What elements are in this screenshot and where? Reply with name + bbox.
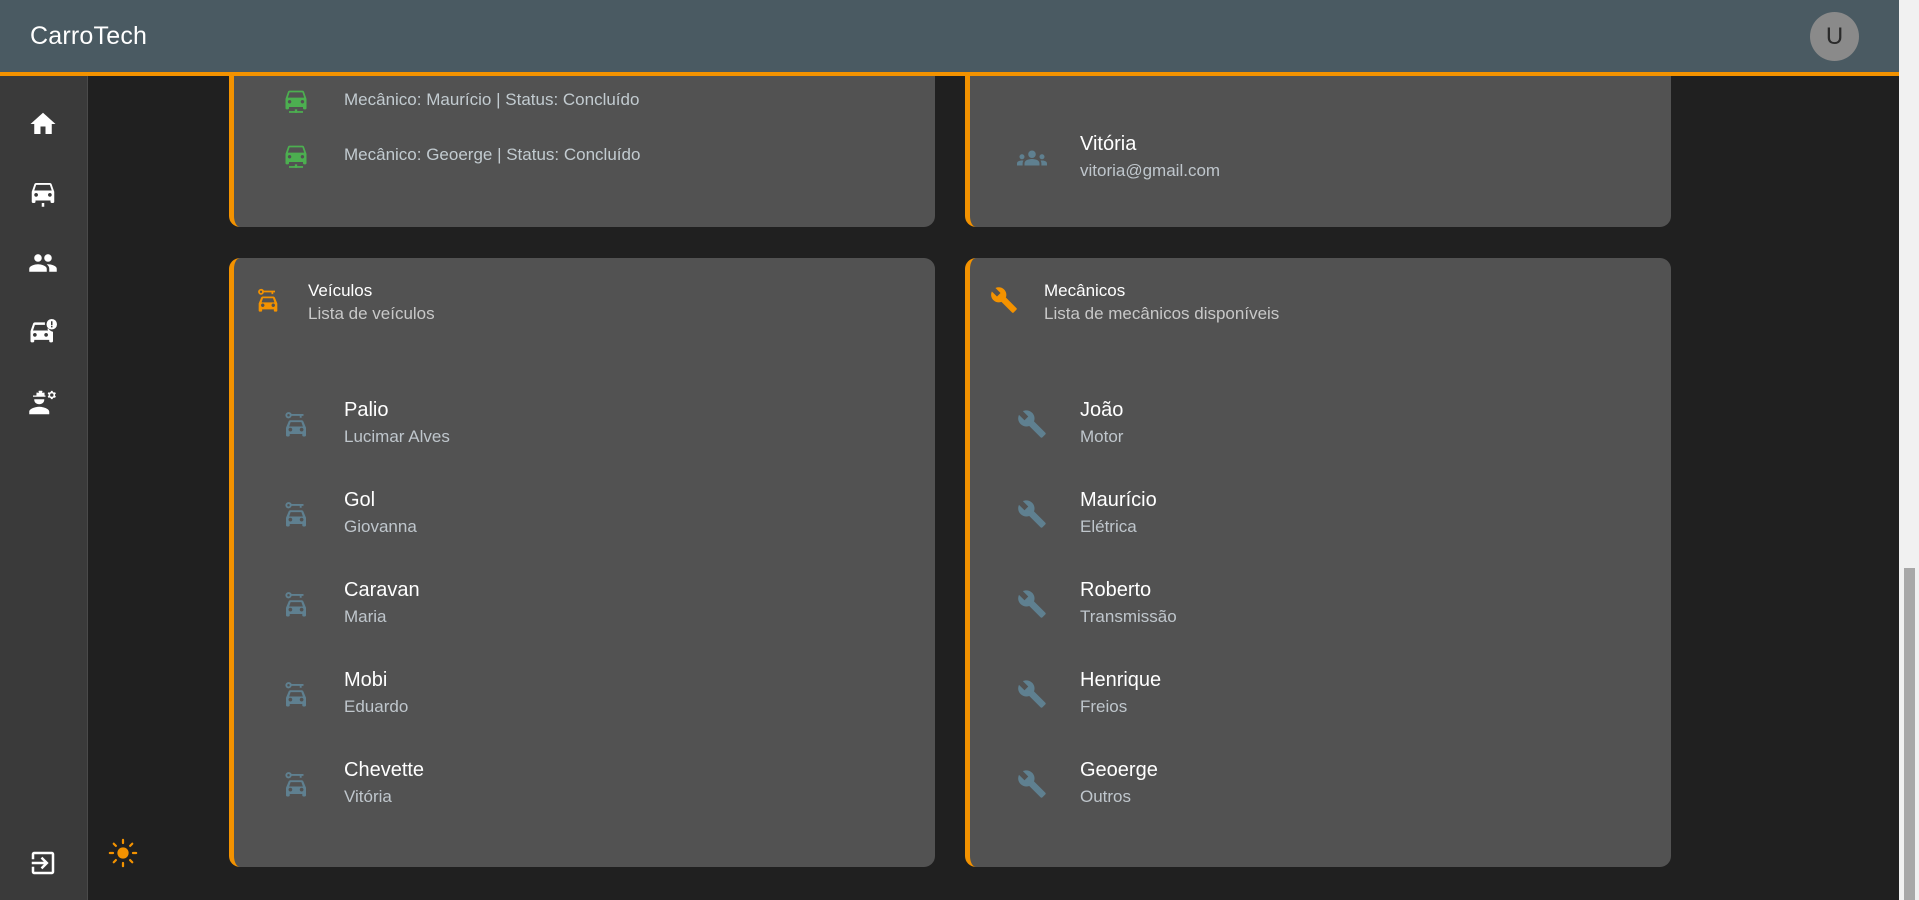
veiculo-owner: Eduardo (344, 697, 409, 716)
car-icon (285, 90, 307, 113)
veiculo-owner: Giovanna (344, 517, 417, 536)
car-key-icon (258, 288, 278, 312)
cliente-name: Vitória (1080, 133, 1137, 155)
app-title: CarroTech (30, 21, 148, 50)
mecanicos-card-header: Mecânicos Lista de mecânicos disponíveis (990, 280, 1279, 326)
scrollbar-thumb[interactable] (1904, 568, 1915, 900)
mecanicos-card: Mecânicos Lista de mecânicos disponíveis… (965, 258, 1671, 867)
card-subtitle: Lista de mecânicos disponíveis (1044, 304, 1280, 323)
mecanico-specialty: Elétrica (1080, 517, 1137, 536)
mecanico-name: João (1080, 399, 1124, 421)
sidebar-item-clientes[interactable] (22, 242, 64, 284)
veiculo-model: Caravan (344, 579, 420, 601)
car-key-icon (285, 592, 306, 617)
sidebar-item-home[interactable] (22, 103, 64, 145)
list-item[interactable]: Caravan Maria (234, 560, 935, 650)
mecanico-name: Maurício (1080, 489, 1157, 511)
list-item[interactable]: Mecânico: Maurício | Status: Concluído (234, 80, 935, 120)
veiculos-card-header: Veículos Lista de veículos (254, 280, 435, 326)
wrench-icon (991, 287, 1017, 313)
mecanico-name: Henrique (1080, 669, 1162, 691)
card-title: Veículos (308, 281, 373, 300)
card-title: Mecânicos (1044, 281, 1126, 300)
list-item[interactable]: Roberto Transmissão (970, 560, 1671, 650)
veiculo-model: Gol (344, 489, 376, 511)
cliente-email: vitoria@gmail.com (1080, 161, 1221, 180)
veiculo-owner: Lucimar Alves (344, 427, 450, 446)
car-key-icon (285, 502, 306, 527)
people-icon (29, 254, 57, 272)
veiculo-model: Chevette (344, 759, 425, 781)
logout-icon (31, 851, 55, 875)
mecanico-specialty: Transmissão (1080, 607, 1177, 626)
home-icon (30, 112, 56, 134)
veiculo-owner: Vitória (344, 787, 392, 806)
mecanico-specialty: Motor (1080, 427, 1124, 446)
car-alert-icon (30, 319, 57, 343)
sidebar-item-veiculos[interactable] (22, 172, 64, 214)
mecanico-name: Geoerge (1080, 759, 1158, 781)
car-key-icon (285, 412, 306, 437)
car-icon (31, 183, 55, 207)
theme-toggle-button[interactable] (106, 836, 140, 870)
car-icon (285, 145, 307, 168)
logout-button[interactable] (22, 842, 64, 884)
mecanico-specialty: Freios (1080, 697, 1128, 716)
sidebar-item-mecanicos[interactable] (22, 382, 64, 424)
ordem-text: Mecânico: Geoerge | Status: Concluído (344, 145, 641, 164)
car-key-icon (285, 682, 306, 707)
ordem-text: Mecânico: Maurício | Status: Concluído (344, 90, 640, 109)
wrench-icon (1018, 410, 1046, 438)
group-icon (1017, 150, 1047, 166)
list-item[interactable]: João Motor (970, 380, 1671, 470)
veiculos-card: Veículos Lista de veículos Palio Lucimar… (229, 258, 935, 867)
list-item[interactable]: Maurício Elétrica (970, 470, 1671, 560)
sidebar-item-ordens[interactable] (22, 312, 64, 354)
wrench-icon (1018, 770, 1046, 798)
list-item[interactable]: Mobi Eduardo (234, 650, 935, 740)
list-item[interactable]: Vitória vitoria@gmail.com (970, 114, 1671, 204)
list-item[interactable]: Chevette Vitória (234, 740, 935, 830)
engineer-icon (29, 390, 56, 415)
list-item[interactable]: Palio Lucimar Alves (234, 380, 935, 470)
list-item[interactable]: Henrique Freios (970, 650, 1671, 740)
sidebar (0, 76, 88, 900)
car-key-icon (285, 772, 306, 797)
sun-icon (108, 838, 138, 868)
list-item[interactable]: Mecânico: Geoerge | Status: Concluído (234, 135, 935, 175)
app-bar: CarroTech U (0, 0, 1899, 76)
veiculo-owner: Maria (344, 607, 387, 626)
wrench-icon (1018, 680, 1046, 708)
list-item[interactable]: Gol Giovanna (234, 470, 935, 560)
wrench-icon (1018, 590, 1046, 618)
page-scrollbar[interactable] (1899, 0, 1919, 900)
list-item[interactable]: Geoerge Outros (970, 740, 1671, 830)
user-avatar[interactable]: U (1810, 12, 1859, 61)
card-subtitle: Lista de veículos (308, 304, 435, 323)
wrench-icon (1018, 500, 1046, 528)
veiculo-model: Palio (344, 399, 389, 421)
mecanico-name: Roberto (1080, 579, 1152, 601)
veiculo-model: Mobi (344, 669, 388, 691)
mecanico-specialty: Outros (1080, 787, 1132, 806)
